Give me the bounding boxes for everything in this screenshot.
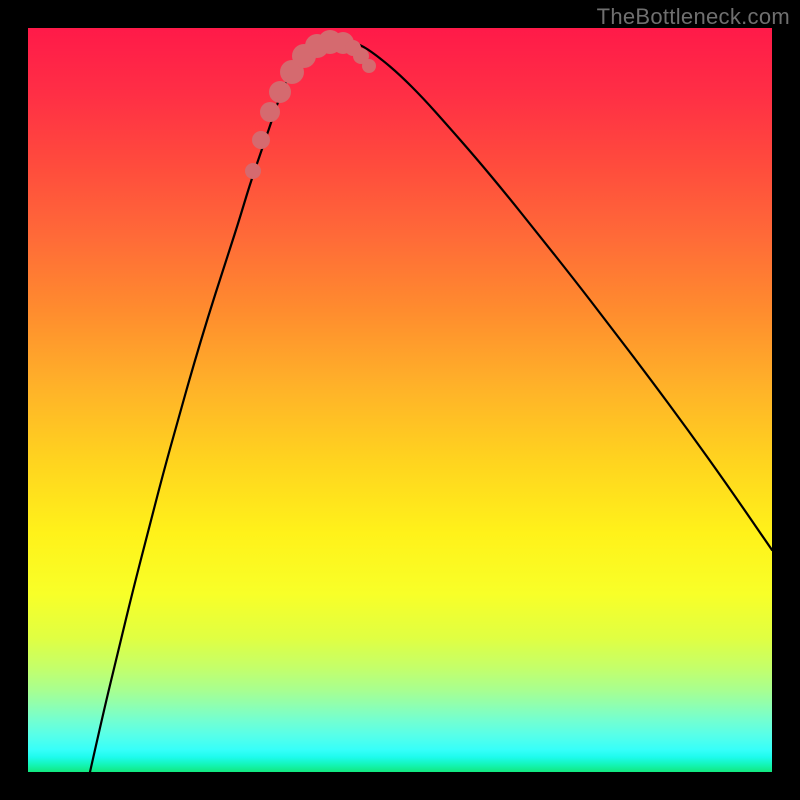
watermark-text: TheBottleneck.com xyxy=(597,4,790,30)
marker-dot xyxy=(245,163,261,179)
chart-area xyxy=(28,28,772,772)
marker-dot xyxy=(260,102,280,122)
marker-dot xyxy=(269,81,291,103)
marker-dot xyxy=(362,59,376,73)
bottleneck-plot xyxy=(28,28,772,772)
bottleneck-curve xyxy=(90,38,772,772)
highlight-dots xyxy=(245,30,376,179)
marker-dot xyxy=(252,131,270,149)
